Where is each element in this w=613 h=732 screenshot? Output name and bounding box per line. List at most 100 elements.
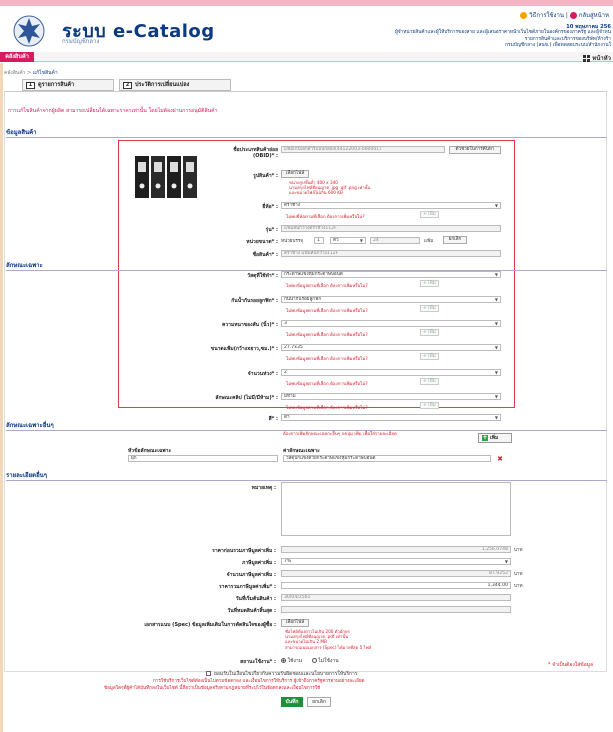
cancel-button[interactable]: ยกเลิก: [307, 697, 331, 707]
edit-notice: การแก้ไขสินค้าจากผู้ผลิต สามารถเปลี่ยนได…: [8, 108, 218, 114]
accept-checkbox[interactable]: [206, 671, 211, 676]
vat-select[interactable]: 7%: [281, 558, 511, 565]
price-in-field[interactable]: 1,344.00: [281, 582, 511, 589]
header-info-line: กรมบัญชีกลาง (สนข.) เพื่อทดสอบระบบ/สำนัก…: [505, 43, 611, 49]
start-date-field[interactable]: 30/04/2561: [281, 594, 511, 601]
brand-warning: ไม่พบยี่ห้อตามที่เลือก ต้องการเพิ่มหรือไ…: [286, 215, 365, 220]
terms-line: การใช้บริการเว็บไซต์ต้องเป็นไปตามข้อตกลง…: [153, 679, 365, 684]
search-helper-button[interactable]: ตัวช่วยในการค้นหา: [449, 146, 501, 154]
header: ระบบ e-Catalog กรมบัญชีกลาง วิธีการใช้งา…: [0, 0, 613, 50]
extra-key-field[interactable]: ผุก: [128, 455, 278, 462]
unit-prefix: หน่วยบรรจุ: [281, 239, 303, 244]
tab-product-list[interactable]: 1 ดูรายการสินค้า: [22, 79, 114, 91]
legal-line: ข้อมูลใดๆที่ผู้ค้าได้บันทึกลงในเว็บไซต์ …: [104, 686, 321, 691]
status-off-radio[interactable]: [311, 658, 317, 663]
spec-select[interactable]: 3: [281, 320, 501, 327]
add-spec-button[interactable]: + เพิ่ม: [420, 378, 439, 385]
tab-history[interactable]: 2 ประวัติการเปลี่ยนแปลง: [119, 79, 231, 91]
breadcrumb-root[interactable]: คลังสินค้า >: [4, 70, 31, 76]
spec-warning: ไม่พบข้อมูลตามที่เลือก ต้องการเพิ่มหรือไ…: [286, 333, 368, 338]
warehouse-nav-button[interactable]: คลังสินค้า: [0, 52, 34, 62]
accept-row: ยอมรับในเงื่อนไขเกี่ยวกับความรับผิดชอบแล…: [206, 670, 358, 678]
breadcrumb: คลังสินค้า > แก้ไขสินค้า: [4, 69, 58, 77]
status-off-label: ไม่ใช้งาน: [318, 658, 339, 664]
obid-field[interactable]: แฟ้มเก็บเอกสารแบบกล่อง(44122003-000001): [281, 146, 445, 153]
brand-subtitle: กรมบัญชีกลาง: [62, 38, 100, 45]
price-in-label: ราคารวมภาษีมูลค่าเพิ่ม* :: [218, 584, 276, 590]
unit-qty-field[interactable]: 1: [314, 237, 324, 244]
header-info: ผู้จำหน่ายสินค้าและผู้ให้บริการของสาย แล…: [291, 30, 611, 50]
header-info-line: ผู้จำหน่ายสินค้าและผู้ให้บริการของสาย แล…: [394, 30, 611, 35]
unit-name-select[interactable]: ตัว: [330, 237, 366, 244]
spec-label: ความหนาของสัน (นิ้ว)* :: [221, 322, 278, 328]
spec-warning: ไม่พบข้อมูลตามที่เลือก ต้องการเพิ่มหรือไ…: [286, 309, 368, 314]
obid-label: ชื่อประเภทสินค้าย่อย (OBID)* :: [233, 147, 278, 159]
add-extra-spec-label: เพิ่ม: [490, 435, 499, 441]
name-label: ชื่อสินค้า* :: [252, 252, 278, 258]
add-spec-button[interactable]: + เพิ่ม: [420, 280, 439, 287]
save-button[interactable]: บันทึก: [281, 697, 303, 707]
brand-select[interactable]: ตราช้าง: [281, 202, 501, 209]
extra-value-field[interactable]: วัสดุปกแข็งด้วยกระดาษแข็งหุ้มกระดาษปอนด์: [283, 455, 491, 462]
choose-image-button[interactable]: เลือกไฟล์: [281, 170, 309, 178]
spec-hint: ชื่อไฟล์ต้องยาวไม่เกิน 200 ตัวอักษร นามส…: [285, 629, 371, 650]
help-icon: [520, 12, 528, 19]
price-ex-field[interactable]: 1,256.0748: [281, 546, 511, 553]
home-menu[interactable]: หน้าหัว: [583, 53, 611, 63]
section-other: รายละเอียดอื่นๆ: [6, 470, 607, 481]
product-image: [135, 156, 197, 198]
status-radios: ใช้งาน ไม่ใช้งาน: [281, 657, 339, 665]
back-home-link[interactable]: กลับสู่หน้าห: [579, 12, 609, 19]
price-ex-label: ราคาก่อนรวมภาษีมูลค่าเพิ่ม :: [212, 548, 276, 554]
unit-label: หน่วยขนาด* :: [246, 239, 278, 245]
baht-label: บาท: [514, 584, 523, 589]
image-label: รูปสินค้า* :: [253, 173, 278, 179]
vat-label: ภาษีมูลค่าเพิ่ม :: [242, 560, 276, 566]
link-separator: |: [565, 12, 568, 19]
spec-select[interactable]: 27.7x35: [281, 344, 501, 351]
add-spec-button[interactable]: + เพิ่ม: [420, 353, 439, 360]
section-product: ข้อมูลสินค้า: [6, 127, 607, 138]
note-textarea[interactable]: [281, 482, 511, 536]
add-spec-button[interactable]: + เพิ่ม: [420, 329, 439, 336]
end-date-field[interactable]: [281, 606, 511, 613]
add-extra-spec-button[interactable]: + เพิ่ม: [478, 433, 512, 443]
model-field[interactable]: แฟ้มสันกว้างตราช้าง112F: [281, 225, 501, 232]
name-field[interactable]: ตราช้าง แฟ้มสันกว้าง112F: [281, 250, 501, 257]
spec-label: กันน้ำกันรอยลูกฟิก* :: [231, 298, 278, 304]
vat-amount-field[interactable]: 87.9252: [281, 570, 511, 577]
unit-count-field[interactable]: 24: [370, 237, 420, 244]
extra-col1: หัวข้อลักษณะเฉพาะ: [128, 448, 172, 454]
spec-warning: ไม่พบข้อมูลตามที่เลือก ต้องการเพิ่มหรือไ…: [286, 382, 368, 387]
spec-label: วัสดุที่ใช้ทำ* :: [247, 273, 278, 279]
spec-select[interactable]: กระดาษแข็งหุ้มกระดาษปอนด์: [281, 271, 501, 278]
spec-doc-label: เอกสารแนบ (Spec) ข้อมูลเพิ่มเติมในการตัด…: [144, 622, 276, 628]
grid-icon: [583, 55, 591, 62]
end-date-label: วันที่หมดสินค้าสิ้นสุด :: [227, 608, 277, 614]
start-date-label: วันที่เริ่มต้นสินค้า :: [235, 596, 276, 602]
unit-cancel-button[interactable]: ยกเลิก: [443, 236, 467, 244]
choose-spec-button[interactable]: เลือกไฟล์: [281, 619, 309, 627]
tab-label: ดูรายการสินค้า: [38, 82, 75, 88]
remove-extra-icon[interactable]: ✖: [496, 455, 504, 463]
model-label: รุ่น* :: [265, 227, 278, 233]
spec-select[interactable]: มีห้าม: [281, 393, 501, 400]
brand-label: ยี่ห้อ* :: [262, 204, 278, 210]
spec-warning: ไม่พบข้อมูลตามที่เลือก ต้องการเพิ่มหรือไ…: [286, 406, 368, 411]
section-extra-spec: ลักษณะเฉพาะอื่นๆ: [6, 420, 607, 431]
plus-icon: +: [482, 434, 488, 441]
extra-col2: ค่าลักษณะเฉพาะ: [283, 448, 320, 454]
note-label: หมายเหตุ :: [251, 485, 276, 491]
help-link[interactable]: วิธีการใช้งาน: [529, 12, 564, 19]
add-spec-button[interactable]: + เพิ่ม: [420, 402, 439, 409]
add-spec-button[interactable]: + เพิ่ม: [420, 305, 439, 312]
spec-hint-line: สามารถแนบเอกสาร (Spec) ได้มากที่สุด 5 ไฟ…: [285, 644, 372, 650]
status-on-radio[interactable]: [281, 658, 286, 663]
spec-label: ขนาดแฟ้ม(กว้างxยาว,ซม.)* :: [210, 346, 278, 352]
header-links: วิธีการใช้งาน | กลับสู่หน้าห: [520, 10, 609, 20]
spec-select[interactable]: กันน้ำกันรอยลูกฟิก: [281, 296, 501, 303]
breadcrumb-current: แก้ไขสินค้า: [32, 70, 58, 76]
spec-select[interactable]: 2: [281, 369, 501, 376]
add-brand-button[interactable]: + เพิ่ม: [420, 211, 439, 218]
spec-warning: ไม่พบข้อมูลตามที่เลือก ต้องการเพิ่มหรือไ…: [286, 357, 368, 362]
